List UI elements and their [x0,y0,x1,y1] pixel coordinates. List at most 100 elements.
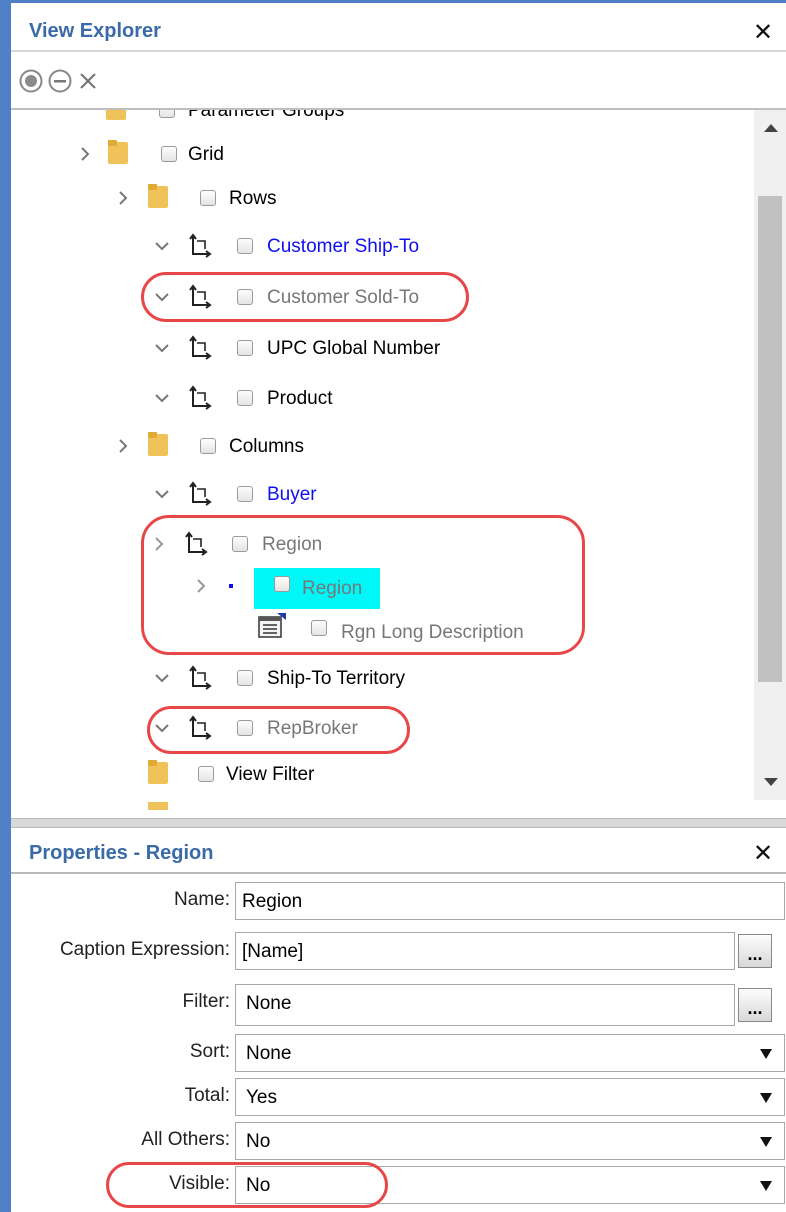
filter-ellipsis-button[interactable]: ... [738,988,772,1022]
checkbox[interactable] [311,620,327,636]
tree-item-ship-to-territory[interactable]: Ship-To Territory [11,662,751,702]
folder-icon [108,140,128,164]
folder-icon [148,432,168,456]
prop-value: Yes [246,1087,277,1108]
checkbox[interactable] [237,340,253,356]
checkbox[interactable] [237,486,253,502]
checkbox[interactable] [161,146,177,162]
view-explorer-title: View Explorer [29,20,161,42]
tree-label: RepBroker [267,718,358,739]
tree-item-view-filter[interactable]: View Filter [11,758,751,798]
checkbox[interactable] [237,238,253,254]
checkbox[interactable] [200,438,216,454]
prop-label: Total: [184,1085,230,1106]
clear-icon[interactable] [79,72,97,90]
tree-item-region-selected[interactable]: Region [11,568,751,610]
axis-pivot-icon [189,233,212,258]
checkbox[interactable] [198,766,214,782]
name-field[interactable]: Region [235,882,785,920]
prop-row-visible: Visible: No [11,1162,786,1206]
tree-item-rows[interactable]: Rows [11,182,751,222]
caption-expression-field[interactable]: [Name] [235,932,735,970]
tree-item-customer-ship-to[interactable]: Customer Ship-To [11,230,751,270]
filter-field[interactable]: None [235,984,735,1026]
checkbox[interactable] [237,720,253,736]
folder-icon [148,184,168,208]
chevron-right-icon[interactable] [151,536,167,552]
checkbox[interactable] [237,670,253,686]
chevron-right-icon[interactable] [77,146,93,162]
scroll-thumb[interactable] [758,196,782,682]
chevron-down-icon[interactable] [154,238,170,254]
prop-value: No [246,1131,271,1152]
tree-item-parameter-groups[interactable]: Parameter Groups [11,110,751,134]
tree-label: Rgn Long Description [341,622,524,643]
tree-item-product[interactable]: Product [11,382,751,422]
checkbox[interactable] [200,190,216,206]
tree-label: Rows [229,188,277,209]
prop-row-filter: Filter: None ... [11,980,786,1026]
axis-pivot-icon [189,481,212,506]
chevron-right-icon[interactable] [193,578,209,594]
caption-expression-ellipsis-button[interactable]: ... [738,934,772,968]
scroll-down-icon[interactable] [764,778,778,786]
tree-item-grid[interactable]: Grid [11,138,751,178]
panel-splitter[interactable] [11,818,786,828]
prop-label: Name: [174,889,230,910]
checkbox[interactable] [274,576,290,592]
tree-item-columns[interactable]: Columns [11,430,751,470]
chevron-down-icon[interactable] [154,390,170,406]
tree-label: Grid [188,144,224,165]
checkbox[interactable] [159,110,175,118]
folder-icon [148,760,168,784]
view-explorer-tree: Parameter Groups Grid Rows Customer Ship… [11,110,754,810]
tree-item-upc-global-number[interactable]: UPC Global Number [11,332,751,372]
prop-label: Caption Expression: [59,939,230,960]
axis-pivot-icon [185,531,208,556]
tree-item-customer-sold-to[interactable]: Customer Sold-To [11,281,751,321]
folder-icon [106,110,126,120]
all-others-select[interactable]: No [235,1122,785,1160]
tree-item-rgn-long-description[interactable]: Rgn Long Description [11,612,751,652]
dropdown-arrow-icon [760,1093,772,1103]
axis-pivot-icon [189,665,212,690]
prop-label: Sort: [189,1041,230,1062]
prop-label: Visible: [169,1173,230,1194]
checkbox[interactable] [232,536,248,552]
chevron-down-icon[interactable] [154,289,170,305]
visible-select[interactable]: No [235,1166,785,1204]
chevron-down-icon[interactable] [154,340,170,356]
sort-select[interactable]: None [235,1034,785,1072]
chevron-down-icon[interactable] [154,670,170,686]
chevron-down-icon[interactable] [154,486,170,502]
tree-label: Parameter Groups [188,110,345,121]
axis-pivot-icon [189,715,212,740]
axis-pivot-icon [189,284,212,309]
prop-row-total: Total: Yes [11,1074,786,1118]
close-icon[interactable]: ✕ [753,21,773,45]
axis-pivot-icon [189,335,212,360]
chevron-right-icon[interactable] [115,190,131,206]
close-icon[interactable]: ✕ [753,842,773,866]
properties-header: Properties - Region ✕ [11,828,786,874]
prop-value: [Name] [242,941,304,962]
prop-value: None [246,1043,292,1064]
explorer-toolbar [11,50,786,110]
total-select[interactable]: Yes [235,1078,785,1116]
tree-scrollbar[interactable] [754,110,786,800]
prop-value: No [246,1175,271,1196]
scroll-up-icon[interactable] [764,124,778,132]
tree-item-buyer[interactable]: Buyer [11,478,751,518]
expand-all-icon[interactable] [19,69,43,93]
checkbox[interactable] [237,390,253,406]
chevron-down-icon[interactable] [154,720,170,736]
tree-label: Columns [229,436,304,457]
chevron-right-icon[interactable] [115,438,131,454]
view-explorer-header: View Explorer ✕ [11,0,786,50]
prop-value: Region [242,891,303,912]
tree-item-repbroker[interactable]: RepBroker [11,712,751,752]
tree-item-region[interactable]: Region [11,528,751,568]
attribute-properties-icon [258,613,286,638]
collapse-all-icon[interactable] [48,69,72,93]
checkbox[interactable] [237,289,253,305]
